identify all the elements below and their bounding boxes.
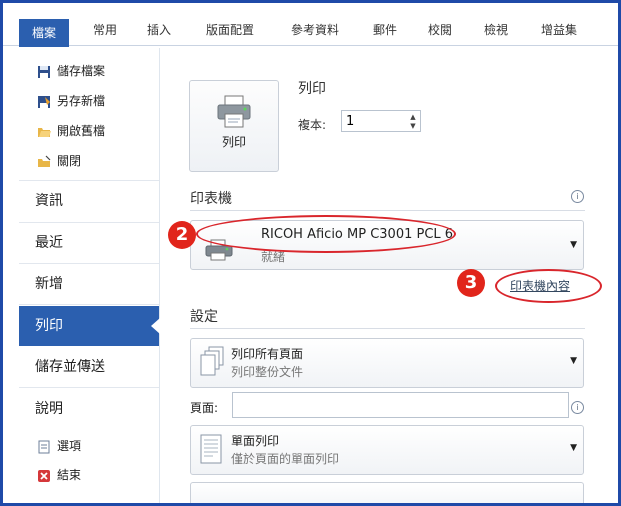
ribbon-tabs: 檔案 常用 插入 版面配置 參考資料 郵件 校閱 檢視 增益集 — [3, 3, 618, 47]
sidebar-item-options[interactable]: 選項 — [19, 433, 159, 459]
sidebar-item-label: 另存新檔 — [57, 94, 106, 108]
spin-down-icon[interactable]: ▼ — [408, 122, 418, 130]
divider — [190, 210, 585, 211]
sidebar-item-save-send[interactable]: 儲存並傳送 — [19, 347, 159, 387]
info-icon[interactable]: i — [571, 401, 584, 414]
print-range-label: 列印所有頁面 — [231, 347, 304, 361]
single-sided-icon — [200, 434, 222, 464]
chevron-down-icon: ▼ — [570, 356, 577, 366]
sidebar-item-new[interactable]: 新增 — [19, 264, 159, 304]
sidebar-item-print[interactable]: 列印 — [19, 306, 160, 346]
settings-section-title: 設定 — [190, 309, 218, 325]
sidebar-item-exit[interactable]: 結束 — [19, 462, 159, 488]
print-range-dropdown[interactable]: 列印所有頁面 列印整份文件 ▼ — [190, 338, 584, 388]
exit-icon — [38, 469, 50, 482]
pages-icon — [200, 346, 224, 376]
print-range-description: 列印整份文件 — [231, 365, 304, 379]
sidebar-item-recent[interactable]: 最近 — [19, 223, 159, 263]
printer-section-title: 印表機 — [190, 191, 232, 207]
tab-addins[interactable]: 增益集 — [536, 15, 582, 45]
print-heading: 列印 — [298, 81, 326, 97]
sidebar-item-label: 結束 — [57, 468, 82, 482]
highlight-oval-properties — [495, 269, 602, 303]
window-frame: 檔案 常用 插入 版面配置 參考資料 郵件 校閱 檢視 增益集 儲存檔案 另存新… — [0, 0, 621, 506]
tab-file[interactable]: 檔案 — [19, 19, 69, 47]
pages-label: 頁面: — [190, 401, 219, 415]
copies-value: 1 — [346, 114, 355, 129]
printer-icon — [217, 95, 251, 128]
sidebar-item-save[interactable]: 儲存檔案 — [19, 58, 159, 84]
sidebar-item-help[interactable]: 說明 — [19, 389, 159, 429]
save-icon — [38, 65, 50, 78]
tab-home[interactable]: 常用 — [89, 15, 121, 45]
chevron-down-icon: ▼ — [570, 240, 577, 250]
sidebar-item-label: 關閉 — [57, 154, 82, 168]
print-sides-label: 單面列印 — [231, 434, 280, 448]
divider — [190, 328, 585, 329]
highlight-oval-printer — [196, 215, 456, 253]
copies-stepper[interactable]: 1 ▲ ▼ — [341, 110, 421, 132]
sidebar-item-save-as[interactable]: 另存新檔 — [19, 88, 159, 114]
step-badge-3: 3 — [457, 269, 485, 297]
divider — [19, 387, 159, 388]
sidebar-item-close[interactable]: 關閉 — [19, 148, 159, 174]
next-setting-dropdown[interactable] — [190, 482, 584, 503]
divider — [19, 304, 159, 305]
save-as-icon — [38, 95, 50, 108]
sidebar-item-label: 儲存檔案 — [57, 64, 106, 78]
open-folder-icon — [38, 127, 51, 137]
print-sides-description: 僅於頁面的單面列印 — [231, 452, 340, 466]
tab-view[interactable]: 檢視 — [480, 15, 512, 45]
info-icon[interactable]: i — [571, 190, 584, 203]
print-button-label: 列印 — [221, 135, 246, 149]
sidebar-item-open[interactable]: 開啟舊檔 — [19, 118, 159, 144]
chevron-down-icon: ▼ — [570, 443, 577, 453]
sidebar-item-label: 開啟舊檔 — [57, 124, 106, 138]
copies-label: 複本: — [298, 118, 327, 132]
sidebar-item-label: 選項 — [57, 439, 82, 453]
close-folder-icon — [38, 155, 51, 167]
options-icon — [38, 440, 50, 453]
tab-mailings[interactable]: 郵件 — [369, 15, 401, 45]
tab-insert[interactable]: 插入 — [143, 15, 175, 45]
tab-page-layout[interactable]: 版面配置 — [199, 15, 261, 45]
backstage-sidebar: 儲存檔案 另存新檔 開啟舊檔 關閉 資訊 最近 新增 列印 儲存並傳送 說明 選… — [19, 48, 160, 503]
step-badge-2: 2 — [168, 221, 196, 249]
tab-references[interactable]: 參考資料 — [284, 15, 346, 45]
print-sides-dropdown[interactable]: 單面列印 僅於頁面的單面列印 ▼ — [190, 425, 584, 475]
pages-input[interactable] — [232, 392, 569, 418]
sidebar-item-info[interactable]: 資訊 — [19, 181, 159, 221]
tab-review[interactable]: 校閱 — [424, 15, 456, 45]
spin-up-icon[interactable]: ▲ — [408, 113, 418, 121]
print-button[interactable]: 列印 — [189, 80, 279, 172]
